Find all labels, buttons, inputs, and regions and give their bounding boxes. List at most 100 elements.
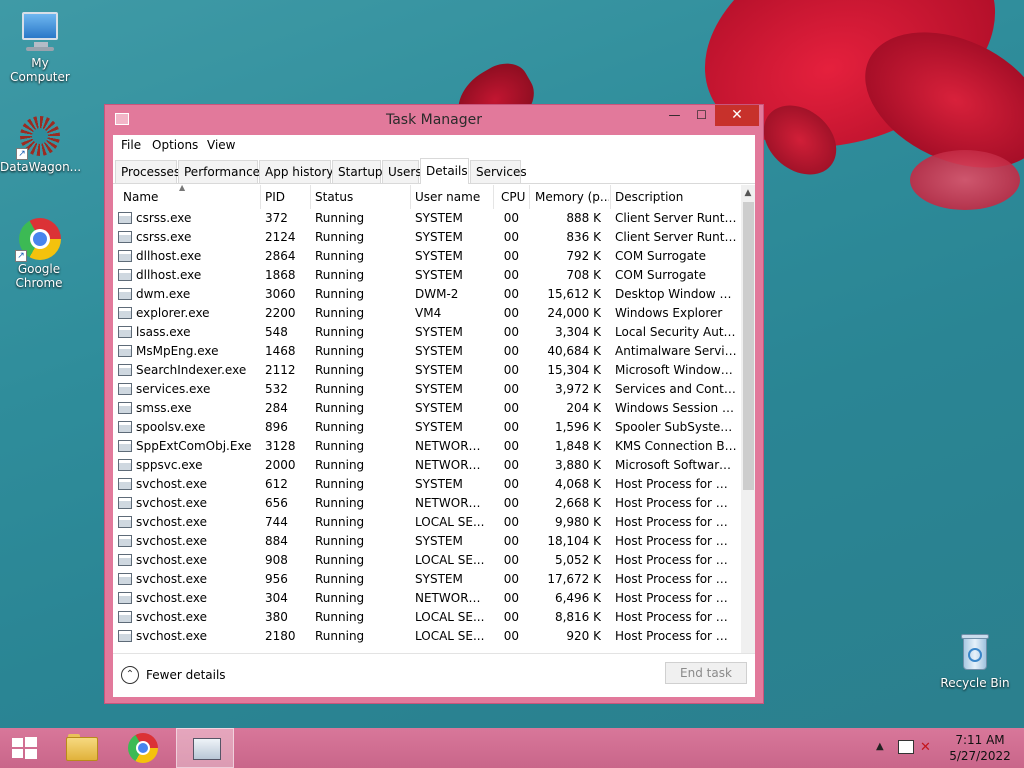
cell-desc: Services and Control... — [615, 382, 737, 396]
table-row[interactable]: svchost.exe 304 Running NETWORK... 00 6,496 K… — [113, 589, 741, 608]
table-row[interactable]: MsMpEng.exe 1468 Running SYSTEM 00 40,684 K An… — [113, 342, 741, 361]
cell-name: explorer.exe — [136, 306, 210, 320]
scroll-thumb[interactable] — [743, 202, 754, 490]
table-row[interactable]: dllhost.exe 1868 Running SYSTEM 00 708 K COM S… — [113, 266, 741, 285]
taskbar-chrome[interactable] — [114, 728, 172, 768]
table-row[interactable]: dwm.exe 3060 Running DWM-2 00 15,612 K Desktop… — [113, 285, 741, 304]
cell-pid: 884 — [265, 534, 288, 548]
process-icon — [118, 440, 132, 452]
desktop-icon-my-computer[interactable]: My Computer — [0, 10, 80, 84]
folder-icon — [66, 737, 98, 761]
network-icon[interactable] — [898, 740, 914, 754]
table-row[interactable]: csrss.exe 372 Running SYSTEM 00 888 K Client S… — [113, 209, 741, 228]
tab-services[interactable]: Services — [470, 160, 527, 183]
cell-status: Running — [315, 591, 365, 605]
table-row[interactable]: svchost.exe 884 Running SYSTEM 00 18,104 K Hos… — [113, 532, 741, 551]
column-header-cpu[interactable]: CPU — [501, 190, 529, 204]
table-row[interactable]: smss.exe 284 Running SYSTEM 00 204 K Windows S… — [113, 399, 741, 418]
cell-mem: 15,612 K — [547, 287, 601, 301]
cell-name: sppsvc.exe — [136, 458, 203, 472]
cell-user: LOCAL SE... — [415, 629, 485, 643]
column-header-name[interactable]: Name — [123, 190, 253, 204]
column-header-description[interactable]: Description — [615, 190, 735, 204]
cell-pid: 3128 — [265, 439, 296, 453]
table-row[interactable]: SppExtComObj.Exe 3128 Running NETWORK... 00 1… — [113, 437, 741, 456]
close-button[interactable]: ✕ — [715, 105, 759, 126]
chevron-up-icon[interactable]: ⌃ — [121, 666, 139, 684]
column-header-pid[interactable]: PID — [265, 190, 305, 204]
cell-name: svchost.exe — [136, 534, 207, 548]
table-row[interactable]: services.exe 532 Running SYSTEM 00 3,972 K Ser… — [113, 380, 741, 399]
minimize-button[interactable]: — — [661, 105, 688, 126]
cell-desc: Spooler SubSystem ... — [615, 420, 737, 434]
table-row[interactable]: svchost.exe 908 Running LOCAL SE... 00 5,052 … — [113, 551, 741, 570]
cell-status: Running — [315, 515, 365, 529]
desktop-icon-datawagon[interactable]: ↗ DataWagon... — [0, 114, 81, 174]
cell-name: svchost.exe — [136, 629, 207, 643]
cell-desc: Host Process for Wi... — [615, 496, 737, 510]
table-row[interactable]: svchost.exe 2180 Running LOCAL SE... 00 920 K… — [113, 627, 741, 646]
cell-status: Running — [315, 496, 365, 510]
show-hidden-icons-icon[interactable]: ▲ — [876, 741, 884, 752]
cell-mem: 888 K — [566, 211, 601, 225]
cell-status: Running — [315, 553, 365, 567]
cell-cpu: 00 — [503, 572, 519, 586]
cell-pid: 656 — [265, 496, 288, 510]
details-table: ▲ Name PID Status User name CPU Memory (… — [113, 185, 755, 673]
table-row[interactable]: svchost.exe 956 Running SYSTEM 00 17,672 K Hos… — [113, 570, 741, 589]
title-bar[interactable]: Task Manager — ☐ ✕ — [105, 105, 763, 135]
cell-pid: 2112 — [265, 363, 296, 377]
tab-users[interactable]: Users — [382, 160, 422, 183]
table-row[interactable]: svchost.exe 656 Running NETWORK... 00 2,668 K… — [113, 494, 741, 513]
menu-file[interactable]: File — [121, 138, 141, 152]
process-icon — [118, 554, 132, 566]
clock-time[interactable]: 7:11 AM — [940, 733, 1020, 747]
wallpaper-petal — [910, 150, 1020, 210]
fewer-details-link[interactable]: Fewer details — [146, 668, 226, 682]
table-row[interactable]: dllhost.exe 2864 Running SYSTEM 00 792 K COM S… — [113, 247, 741, 266]
tab-performance[interactable]: Performance — [178, 160, 260, 183]
cell-desc: Host Process for Wi... — [615, 591, 737, 605]
cell-pid: 372 — [265, 211, 288, 225]
cell-status: Running — [315, 287, 365, 301]
tab-details[interactable]: Details — [420, 158, 469, 184]
cell-name: lsass.exe — [136, 325, 191, 339]
desktop-icon-recycle-bin[interactable]: Recycle Bin — [935, 630, 1015, 690]
cell-cpu: 00 — [503, 458, 519, 472]
table-row[interactable]: sppsvc.exe 2000 Running NETWORK... 00 3,880 K… — [113, 456, 741, 475]
tab-processes[interactable]: Processes — [115, 160, 180, 183]
taskbar-file-explorer[interactable] — [52, 728, 110, 768]
desktop-icon-google-chrome[interactable]: ↗ Google Chrome — [0, 216, 78, 290]
maximize-button[interactable]: ☐ — [688, 105, 715, 126]
table-row[interactable]: svchost.exe 612 Running SYSTEM 00 4,068 K Host… — [113, 475, 741, 494]
table-row[interactable]: csrss.exe 2124 Running SYSTEM 00 836 K Client … — [113, 228, 741, 247]
table-row[interactable]: lsass.exe 548 Running SYSTEM 00 3,304 K Local … — [113, 323, 741, 342]
scroll-up-arrow-icon[interactable]: ▲ — [741, 185, 755, 201]
tab-startup[interactable]: Startup — [332, 160, 383, 183]
cell-mem: 204 K — [566, 401, 601, 415]
column-header-user-name[interactable]: User name — [415, 190, 491, 204]
cell-name: svchost.exe — [136, 591, 207, 605]
vertical-scrollbar[interactable]: ▲ ▼ — [741, 185, 755, 673]
cell-cpu: 00 — [503, 344, 519, 358]
start-button[interactable] — [10, 736, 38, 760]
column-header-status[interactable]: Status — [315, 190, 405, 204]
menu-options[interactable]: Options — [152, 138, 198, 152]
volume-muted-icon[interactable]: ✕ — [920, 740, 936, 756]
cell-pid: 548 — [265, 325, 288, 339]
menu-view[interactable]: View — [207, 138, 235, 152]
clock-date[interactable]: 5/27/2022 — [940, 749, 1020, 763]
column-header-memory[interactable]: Memory (p... — [535, 190, 609, 204]
end-task-button[interactable]: End task — [665, 662, 747, 684]
cell-status: Running — [315, 211, 365, 225]
taskbar-task-manager[interactable] — [176, 728, 234, 768]
table-row[interactable]: svchost.exe 380 Running LOCAL SE... 00 8,816 … — [113, 608, 741, 627]
table-row[interactable]: SearchIndexer.exe 2112 Running SYSTEM 00 15,3… — [113, 361, 741, 380]
cell-pid: 744 — [265, 515, 288, 529]
tab-app-history[interactable]: App history — [259, 160, 334, 183]
process-icon — [118, 212, 132, 224]
shortcut-arrow-icon: ↗ — [15, 250, 27, 262]
table-row[interactable]: spoolsv.exe 896 Running SYSTEM 00 1,596 K Spoo… — [113, 418, 741, 437]
table-row[interactable]: explorer.exe 2200 Running VM4 00 24,000 K Wind… — [113, 304, 741, 323]
table-row[interactable]: svchost.exe 744 Running LOCAL SE... 00 9,980 … — [113, 513, 741, 532]
